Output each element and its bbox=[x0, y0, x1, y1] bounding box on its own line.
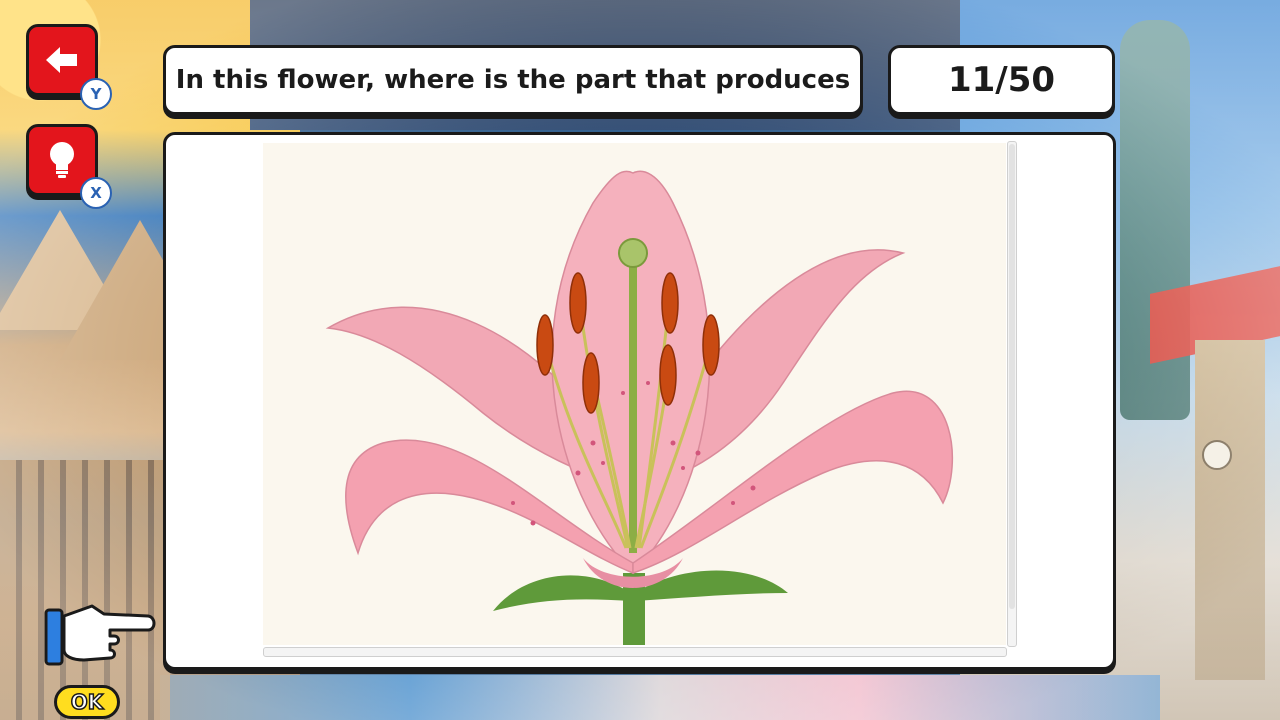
arrow-left-icon bbox=[46, 47, 77, 73]
image-panel[interactable] bbox=[163, 132, 1116, 670]
y-key-badge: Y bbox=[80, 78, 112, 110]
question-text: In this flower, where is the part that p… bbox=[175, 65, 851, 95]
anther[interactable] bbox=[569, 272, 587, 334]
anther[interactable] bbox=[582, 352, 600, 414]
vertical-scrollbar[interactable] bbox=[1007, 141, 1017, 647]
ok-button[interactable]: OK bbox=[54, 685, 120, 719]
flower-image[interactable] bbox=[263, 143, 1006, 645]
lily-illustration[interactable] bbox=[263, 143, 1006, 645]
question-text-box: In this flower, where is the part that p… bbox=[163, 45, 863, 115]
x-key-badge: X bbox=[80, 177, 112, 209]
anther[interactable] bbox=[659, 344, 677, 406]
horizontal-scrollbar[interactable] bbox=[263, 647, 1007, 657]
lightbulb-icon bbox=[50, 142, 74, 178]
ok-button-label: OK bbox=[70, 689, 104, 715]
anther[interactable] bbox=[536, 314, 554, 376]
question-counter-box: 11/50 bbox=[888, 45, 1115, 115]
pointing-hand-icon[interactable] bbox=[44, 600, 156, 670]
vertical-scroll-thumb[interactable] bbox=[1009, 144, 1015, 609]
question-counter: 11/50 bbox=[947, 60, 1056, 100]
anther[interactable] bbox=[702, 314, 720, 376]
pistil-stigma[interactable] bbox=[618, 238, 648, 268]
pistil-style[interactable] bbox=[629, 263, 637, 553]
anther[interactable] bbox=[661, 272, 679, 334]
